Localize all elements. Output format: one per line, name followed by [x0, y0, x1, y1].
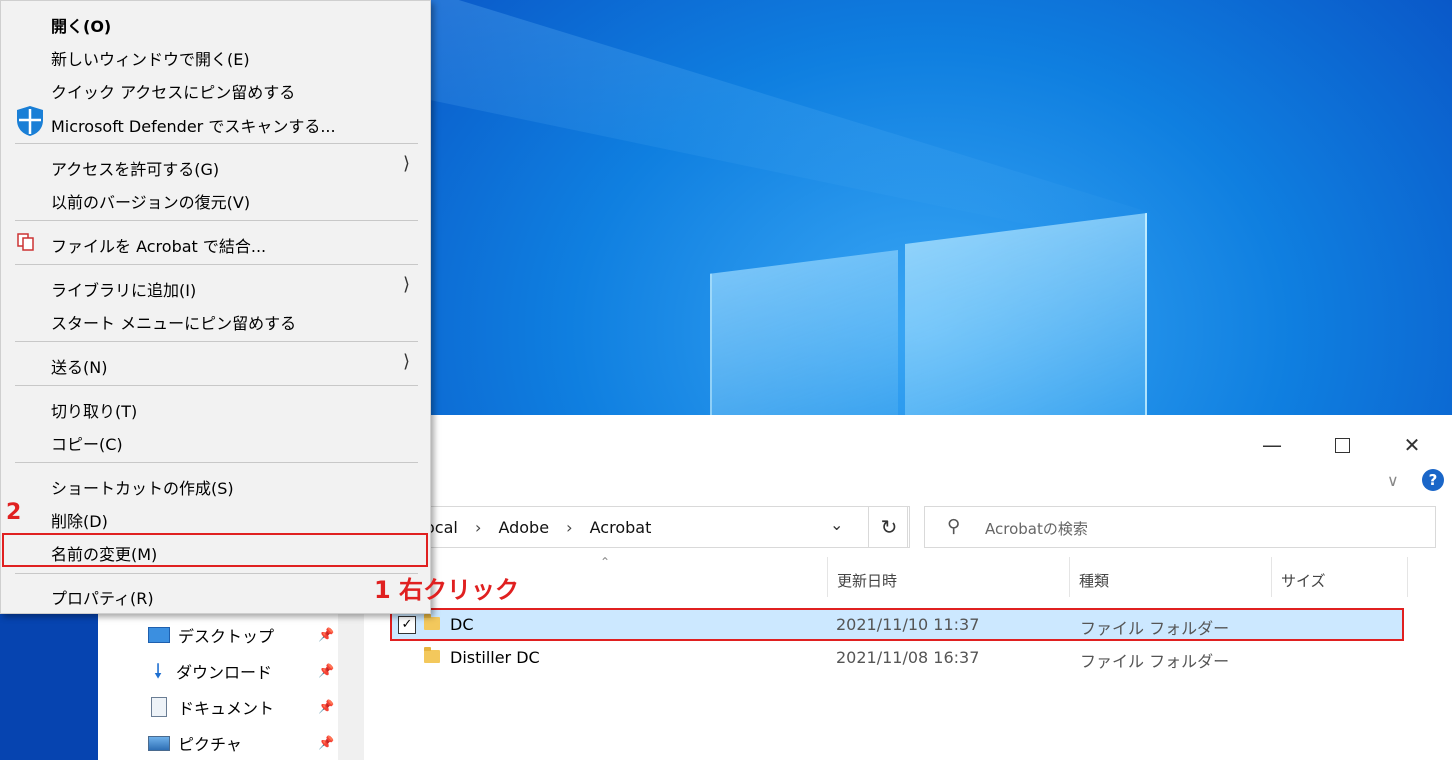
- file-type: ファイル フォルダー: [1080, 652, 1230, 671]
- windows-logo-pane-left: [710, 250, 898, 420]
- close-icon: ✕: [1403, 433, 1421, 457]
- column-header-type[interactable]: 種類: [1069, 565, 1271, 595]
- light-beam: [430, 0, 1150, 250]
- document-icon: [151, 697, 167, 717]
- menu-item-create-shortcut[interactable]: ショートカットの作成(S): [51, 475, 234, 499]
- menu-item-send-to[interactable]: 送る(N): [51, 354, 107, 378]
- step1-annotation: 1 右クリック: [374, 576, 520, 604]
- menu-separator: [15, 220, 418, 221]
- ribbon-expand-chevron-icon[interactable]: ∨: [1387, 471, 1399, 490]
- menu-separator: [15, 385, 418, 386]
- windows-logo-pane-right: [905, 213, 1147, 420]
- menu-item-acrobat-combine[interactable]: ファイルを Acrobat で結合...: [51, 233, 266, 257]
- search-icon: ⚲: [947, 516, 961, 537]
- nav-item-downloads[interactable]: 🠗 ダウンロード: [148, 656, 272, 686]
- rename-highlight: [2, 533, 428, 567]
- close-button[interactable]: ✕: [1390, 430, 1434, 460]
- menu-item-copy[interactable]: コピー(C): [51, 431, 123, 455]
- menu-item-open[interactable]: 開く(O): [51, 13, 111, 37]
- menu-item-properties[interactable]: プロパティ(R): [51, 585, 154, 609]
- menu-item-pin-start[interactable]: スタート メニューにピン留めする: [51, 310, 296, 334]
- pin-icon[interactable]: 📌: [318, 736, 334, 751]
- folder-icon: [424, 647, 440, 663]
- file-date: 2021/11/08 16:37: [836, 648, 980, 667]
- desktop-icon: [148, 627, 170, 643]
- nav-item-desktop[interactable]: デスクトップ: [148, 620, 274, 650]
- defender-shield-icon: [15, 105, 45, 137]
- breadcrumb-chevron-icon[interactable]: ›: [475, 518, 481, 537]
- submenu-arrow-icon: ⟩: [403, 274, 411, 295]
- search-box[interactable]: ⚲ Acrobatの検索: [924, 506, 1436, 548]
- menu-item-pin-quick-access[interactable]: クイック アクセスにピン留めする: [51, 79, 295, 103]
- nav-item-label: ダウンロード: [176, 663, 273, 682]
- column-divider[interactable]: [1407, 557, 1408, 597]
- pin-icon[interactable]: 📌: [318, 628, 334, 643]
- context-menu: 開く(O) 新しいウィンドウで開く(E) クイック アクセスにピン留めする Mi…: [0, 0, 431, 614]
- column-header-size[interactable]: サイズ: [1271, 565, 1407, 595]
- nav-item-label: ドキュメント: [178, 699, 275, 718]
- refresh-icon: ↻: [880, 515, 898, 539]
- search-placeholder: Acrobatの検索: [985, 520, 1088, 538]
- file-name: Distiller DC: [450, 648, 540, 667]
- sort-ascending-icon: ⌃: [600, 555, 611, 569]
- nav-item-label: デスクトップ: [178, 627, 275, 646]
- step2-annotation: 2: [6, 500, 22, 525]
- maximize-icon: [1334, 437, 1350, 453]
- menu-item-delete[interactable]: 削除(D): [51, 508, 108, 532]
- address-dropdown-icon[interactable]: ⌄: [830, 515, 843, 534]
- help-icon[interactable]: ?: [1422, 469, 1444, 491]
- menu-separator: [15, 573, 418, 574]
- menu-separator: [15, 341, 418, 342]
- nav-item-pictures[interactable]: ピクチャ: [148, 728, 242, 758]
- pin-icon[interactable]: 📌: [318, 700, 334, 715]
- menu-item-defender-scan[interactable]: Microsoft Defender でスキャンする...: [51, 113, 336, 137]
- maximize-button[interactable]: [1320, 430, 1364, 460]
- menu-item-give-access[interactable]: アクセスを許可する(G): [51, 156, 219, 180]
- column-header-modified[interactable]: 更新日時: [827, 565, 1069, 595]
- pin-icon[interactable]: 📌: [318, 664, 334, 679]
- menu-separator: [15, 143, 418, 144]
- menu-item-restore-versions[interactable]: 以前のバージョンの復元(V): [51, 189, 250, 213]
- breadcrumb-acrobat[interactable]: Acrobat: [590, 518, 652, 537]
- selected-row-highlight: [390, 608, 1404, 641]
- menu-item-open-new-window[interactable]: 新しいウィンドウで開く(E): [51, 46, 250, 70]
- menu-item-cut[interactable]: 切り取り(T): [51, 398, 137, 422]
- pictures-icon: [148, 735, 170, 751]
- table-row[interactable]: Distiller DC 2021/11/08 16:37 ファイル フォルダー: [390, 642, 1404, 674]
- submenu-arrow-icon: ⟩: [403, 351, 411, 372]
- menu-separator: [15, 462, 418, 463]
- acrobat-combine-icon: [17, 233, 35, 251]
- breadcrumb-chevron-icon[interactable]: ›: [566, 518, 572, 537]
- minimize-button[interactable]: —: [1250, 430, 1294, 460]
- nav-item-documents[interactable]: ドキュメント: [148, 692, 274, 722]
- refresh-button[interactable]: ↻: [868, 506, 910, 548]
- download-icon: 🠗: [153, 659, 163, 683]
- breadcrumb-adobe[interactable]: Adobe: [498, 518, 549, 537]
- menu-separator: [15, 264, 418, 265]
- menu-item-add-to-library[interactable]: ライブラリに追加(I): [51, 277, 196, 301]
- submenu-arrow-icon: ⟩: [403, 153, 411, 174]
- nav-item-label: ピクチャ: [178, 735, 242, 754]
